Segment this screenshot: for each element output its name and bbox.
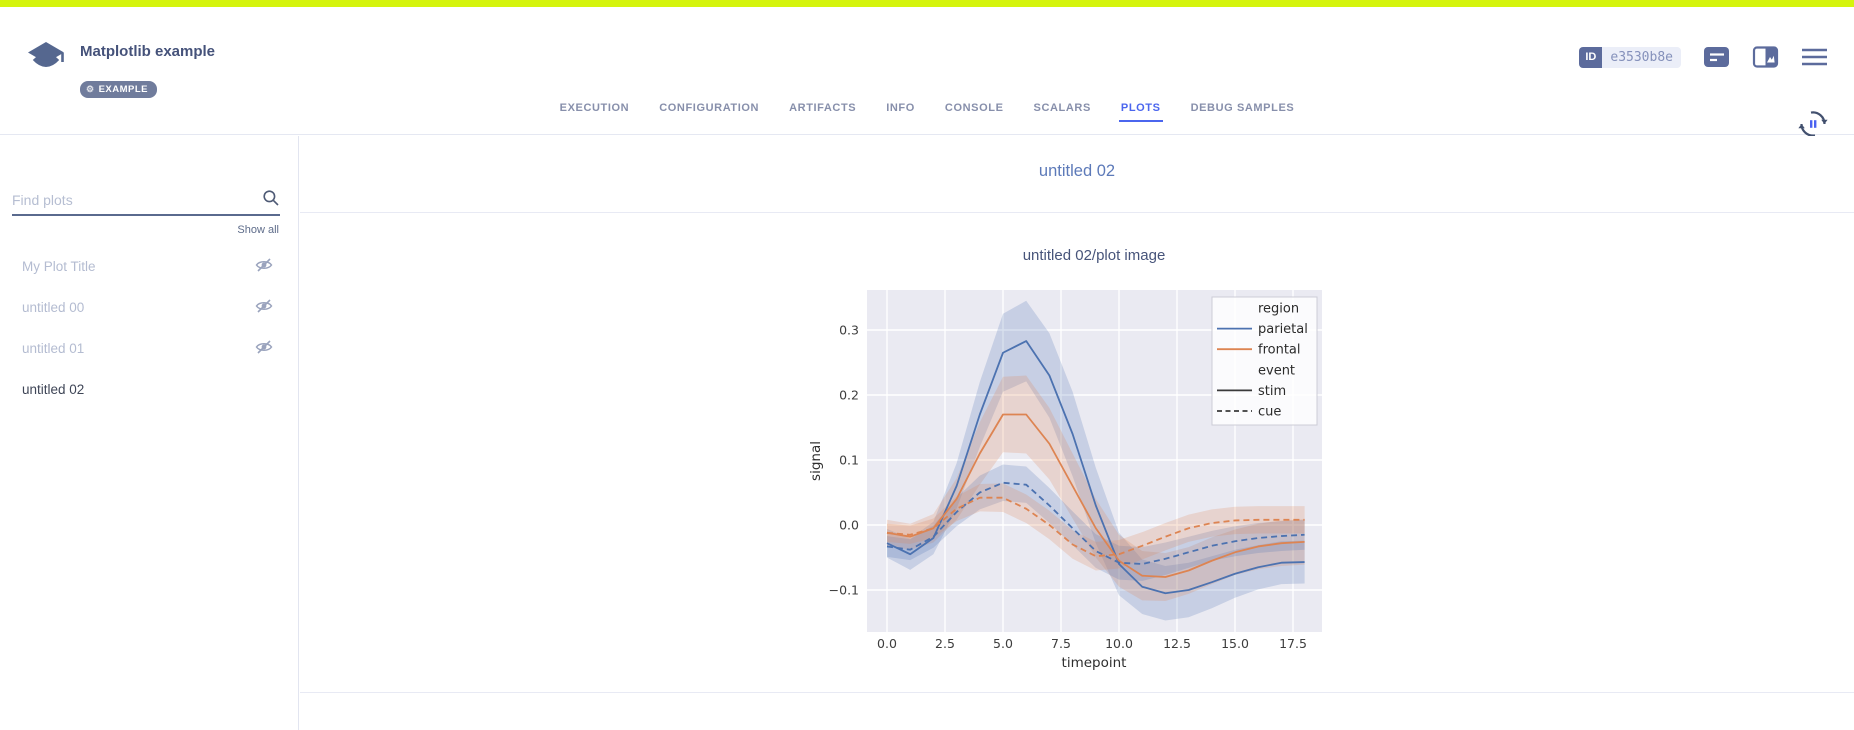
svg-text:parietal: parietal [1258, 322, 1308, 337]
svg-text:event: event [1258, 363, 1295, 378]
tab-console[interactable]: CONSOLE [943, 102, 1006, 122]
status-ribbon-strip [0, 0, 1854, 7]
svg-text:10.0: 10.0 [1105, 636, 1133, 651]
fmri-chart-svg[interactable]: 0.0 2.5 5.0 7.5 10.0 12.5 15.0 17.5 0.3 0.2 0.1 0.0… [806, 240, 1346, 690]
plot-figure: untitled 02/plot image 0.02.55.07.510.01… [806, 240, 1346, 690]
plot-item-label: My Plot Title [22, 259, 96, 274]
svg-text:7.5: 7.5 [1051, 636, 1071, 651]
plot-item-label: untitled 01 [22, 341, 84, 356]
tab-plots[interactable]: PLOTS [1119, 102, 1163, 122]
tab-debug-samples[interactable]: DEBUG SAMPLES [1189, 102, 1297, 122]
svg-text:0.0: 0.0 [839, 518, 859, 533]
experiment-id-chip[interactable]: ID e3530b8e [1579, 47, 1681, 68]
plot-item-label: untitled 00 [22, 300, 84, 315]
tab-artifacts[interactable]: ARTIFACTS [787, 102, 858, 122]
experiment-title: Matplotlib example [80, 43, 215, 60]
tab-info[interactable]: INFO [884, 102, 917, 122]
eye-off-icon[interactable] [255, 256, 273, 277]
search-input[interactable] [12, 192, 262, 208]
compare-panel-icon[interactable] [1752, 45, 1779, 69]
header-actions: ID e3530b8e [1579, 45, 1828, 69]
plots-content: untitled 02 untitled 02/plot image 0.02.… [300, 136, 1854, 730]
tag-gear-icon: ⚙ [86, 84, 95, 95]
page: PUBLISHED Matplotlib example ⚙ EXAMPLE I… [0, 0, 1854, 730]
experiment-logo-icon [26, 40, 66, 79]
plot-list-item[interactable]: My Plot Title [0, 246, 298, 287]
svg-text:12.5: 12.5 [1163, 636, 1191, 651]
svg-text:stim: stim [1258, 384, 1286, 399]
plot-list: My Plot Title untitled 00 [0, 246, 298, 410]
id-label: ID [1579, 47, 1602, 68]
header: Matplotlib example ⚙ EXAMPLE ID e3530b8e [0, 7, 1854, 135]
plot-list-item[interactable]: untitled 00 [0, 287, 298, 328]
tab-configuration[interactable]: CONFIGURATION [657, 102, 761, 122]
svg-text:15.0: 15.0 [1221, 636, 1249, 651]
svg-text:signal: signal [808, 441, 824, 481]
svg-text:0.3: 0.3 [839, 323, 859, 338]
search-icon[interactable] [262, 189, 280, 212]
tab-execution[interactable]: EXECUTION [558, 102, 632, 122]
svg-text:17.5: 17.5 [1279, 636, 1307, 651]
plot-group-title: untitled 02 [300, 162, 1854, 181]
plots-sidebar: Show all My Plot Title untitled 00 [0, 136, 299, 730]
tab-bar: EXECUTION CONFIGURATION ARTIFACTS INFO C… [0, 102, 1854, 122]
system-tag-badge: ⚙ EXAMPLE [80, 81, 157, 98]
show-all-link[interactable]: Show all [237, 224, 279, 236]
svg-text:0.2: 0.2 [839, 388, 859, 403]
svg-text:timepoint: timepoint [1062, 655, 1127, 671]
plot-list-item-selected[interactable]: untitled 02 [0, 369, 298, 410]
svg-text:cue: cue [1258, 405, 1281, 420]
svg-text:region: region [1258, 302, 1299, 317]
svg-text:0.0: 0.0 [877, 636, 897, 651]
plot-item-label: untitled 02 [22, 382, 84, 397]
svg-text:0.1: 0.1 [839, 453, 859, 468]
plot-search [12, 186, 280, 216]
tag-label: EXAMPLE [99, 84, 148, 95]
divider [300, 692, 1854, 693]
details-icon[interactable] [1703, 45, 1730, 69]
plot-list-item[interactable]: untitled 01 [0, 328, 298, 369]
tab-scalars[interactable]: SCALARS [1032, 102, 1093, 122]
id-value: e3530b8e [1602, 47, 1681, 68]
divider [300, 212, 1854, 213]
svg-text:frontal: frontal [1258, 343, 1301, 358]
svg-text:−0.1: −0.1 [829, 583, 859, 598]
menu-icon[interactable] [1801, 46, 1828, 68]
eye-off-icon[interactable] [255, 338, 273, 359]
svg-text:5.0: 5.0 [993, 636, 1013, 651]
eye-off-icon[interactable] [255, 297, 273, 318]
svg-text:2.5: 2.5 [935, 636, 955, 651]
